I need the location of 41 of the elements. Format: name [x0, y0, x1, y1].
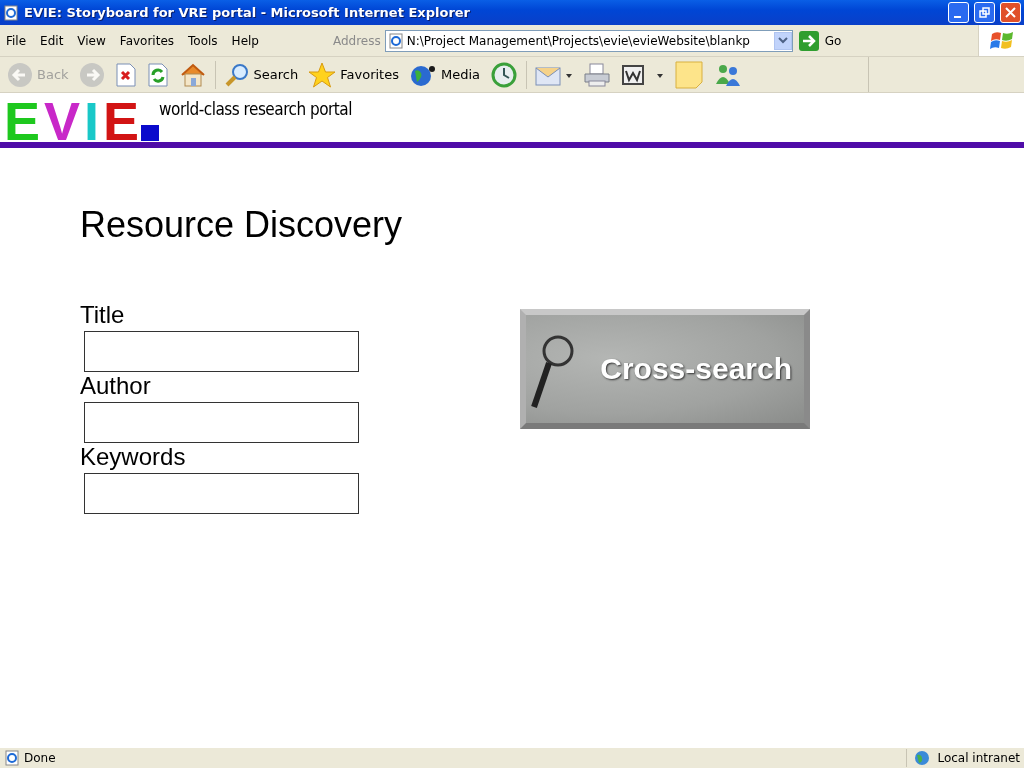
- close-button[interactable]: [1000, 2, 1021, 23]
- go-button[interactable]: Go: [798, 30, 842, 51]
- printer-icon: [583, 61, 611, 88]
- tagline: world-class research portal: [159, 99, 352, 119]
- search-icon: [223, 61, 250, 88]
- note-icon: [675, 60, 703, 89]
- address-label: Address: [332, 33, 381, 48]
- clock-icon: [490, 61, 518, 88]
- input-field[interactable]: [84, 402, 359, 443]
- media-button[interactable]: Media: [404, 58, 484, 91]
- document-icon: [621, 62, 665, 87]
- page-heading: Resource Discovery: [80, 204, 404, 246]
- evie-logo: EVIE: [4, 97, 160, 141]
- close-icon: [1005, 7, 1016, 18]
- restore-icon: [979, 7, 990, 18]
- minimize-icon: [953, 15, 961, 18]
- address-field[interactable]: N:\Project Management\Projects\evie\evieWebsite\blankp: [384, 29, 793, 52]
- windows-flag-icon: [989, 29, 1014, 52]
- field-label: Author: [80, 372, 152, 400]
- page-icon: [387, 32, 404, 49]
- stop-icon: [114, 62, 137, 87]
- field-label: Title: [80, 301, 126, 329]
- window-title: EVIE: Storyboard for VRE portal - Microsoft Internet Explorer: [24, 5, 472, 20]
- favorites-button[interactable]: Favorites: [304, 58, 403, 91]
- input-field[interactable]: [84, 331, 359, 372]
- status-text: Done: [24, 751, 56, 765]
- refresh-icon: [146, 62, 169, 87]
- menu-item[interactable]: Tools: [184, 33, 226, 48]
- menu-item[interactable]: Edit: [36, 33, 72, 48]
- star-icon: [308, 61, 337, 88]
- zone-text: Local intranet: [937, 751, 1020, 765]
- page-icon: [3, 4, 19, 21]
- restore-button[interactable]: [974, 2, 995, 23]
- menu-item[interactable]: Favorites: [115, 33, 183, 48]
- field-label: Keywords: [80, 443, 187, 471]
- search-button[interactable]: Search: [219, 58, 303, 91]
- menu-item[interactable]: File: [2, 33, 35, 48]
- menu-item[interactable]: Help: [227, 33, 267, 48]
- minimize-button[interactable]: [948, 2, 969, 23]
- input-field[interactable]: [84, 473, 359, 514]
- menu-item[interactable]: View: [73, 33, 114, 48]
